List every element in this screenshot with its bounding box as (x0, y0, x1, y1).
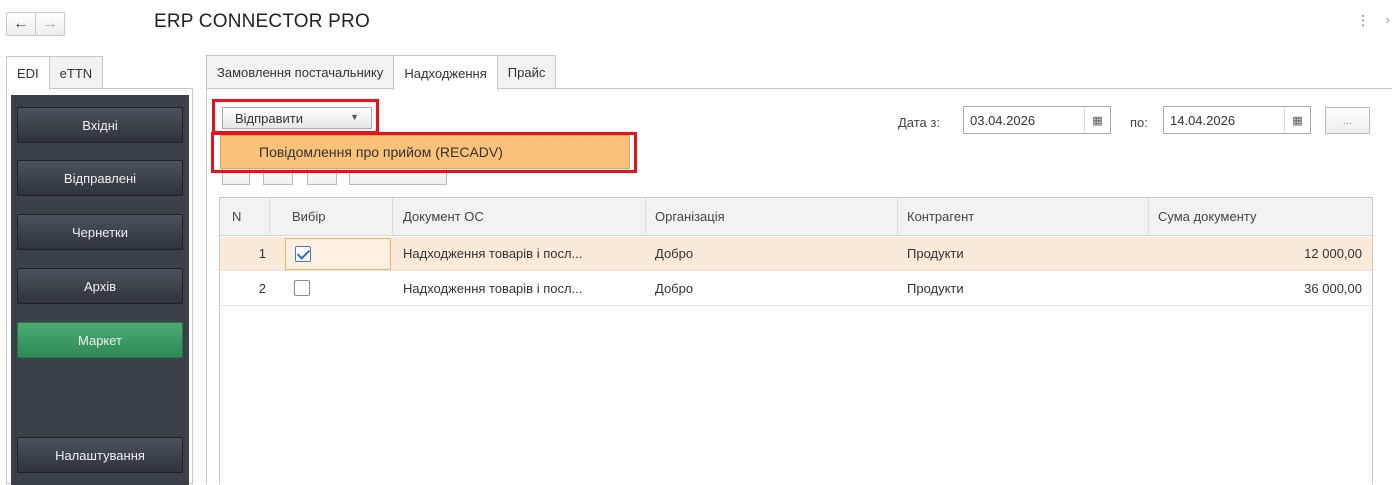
chevron-right-icon[interactable]: › (1386, 12, 1390, 27)
date-from-field[interactable]: 03.04.2026 ▦ (963, 106, 1111, 134)
row-number: 1 (258, 246, 266, 261)
sidebar-item-settings[interactable]: Налаштування (17, 437, 183, 473)
sidebar-item-sent[interactable]: Відправлені (17, 160, 183, 196)
left-panel: Вхідні Відправлені Чернетки Архів Маркет… (6, 88, 193, 485)
row-select-cell[interactable] (285, 273, 391, 305)
arrow-right-icon: → (42, 15, 58, 32)
sidebar-item-archive[interactable]: Архів (17, 268, 183, 304)
column-document[interactable]: Документ ОС (403, 209, 484, 224)
back-button[interactable]: ← (6, 12, 36, 36)
table-header: N Вибір Документ ОС Організація Контраге… (220, 198, 1372, 236)
row-counterparty: Продукти (907, 246, 964, 261)
column-select[interactable]: Вибір (292, 209, 326, 224)
date-from-value: 03.04.2026 (970, 112, 1036, 128)
dropdown-highlight (211, 132, 637, 173)
row-sum: 36 000,00 (1304, 281, 1362, 296)
documents-table: N Вибір Документ ОС Організація Контраге… (219, 197, 1373, 484)
arrow-left-icon: ← (13, 15, 29, 32)
table-row[interactable]: 2 Надходження товарів і посл... Добро Пр… (220, 272, 1372, 306)
forward-button[interactable]: → (35, 12, 65, 36)
sidebar-item-incoming[interactable]: Вхідні (17, 107, 183, 143)
column-organization[interactable]: Організація (655, 209, 725, 224)
row-document: Надходження товарів і посл... (403, 281, 583, 296)
tab-price[interactable]: Прайс (496, 55, 557, 89)
select-checkbox[interactable] (294, 280, 310, 296)
calendar-icon[interactable]: ▦ (1084, 107, 1110, 133)
row-number: 2 (258, 281, 266, 296)
row-sum: 12 000,00 (1304, 246, 1362, 261)
calendar-icon[interactable]: ▦ (1284, 107, 1310, 133)
tab-supplier-orders[interactable]: Замовлення постачальнику (206, 55, 395, 89)
column-counterparty[interactable]: Контрагент (907, 209, 974, 224)
sidebar-item-market[interactable]: Маркет (17, 322, 183, 358)
column-n[interactable]: N (232, 209, 241, 224)
left-tab-bar: EDI eTTN (6, 56, 104, 90)
date-to-value: 14.04.2026 (1170, 112, 1236, 128)
row-organization: Добро (655, 246, 694, 261)
column-sum[interactable]: Сума документу (1158, 209, 1256, 224)
date-to-label: по: (1130, 115, 1148, 130)
row-organization: Добро (655, 281, 694, 296)
main-tab-bar: Замовлення постачальнику Надходження Пра… (206, 55, 557, 90)
date-to-field[interactable]: 14.04.2026 ▦ (1163, 106, 1311, 134)
app-title: ERP CONNECTOR PRO (154, 11, 370, 32)
tab-ettn[interactable]: eTTN (48, 56, 104, 89)
sidebar: Вхідні Відправлені Чернетки Архів Маркет… (11, 95, 189, 485)
period-select-button[interactable]: ... (1325, 107, 1370, 134)
row-counterparty: Продукти (907, 281, 964, 296)
more-icon[interactable]: ⋮ (1356, 12, 1370, 29)
table-row[interactable]: 1 Надходження товарів і посл... Добро Пр… (220, 237, 1372, 271)
tab-receipts[interactable]: Надходження (393, 55, 498, 90)
tab-edi[interactable]: EDI (6, 56, 50, 90)
select-checkbox[interactable] (295, 246, 311, 262)
row-document: Надходження товарів і посл... (403, 246, 583, 261)
sidebar-item-drafts[interactable]: Чернетки (17, 214, 183, 250)
date-from-label: Дата з: (898, 115, 940, 130)
row-select-cell[interactable] (285, 238, 391, 270)
send-button-highlight (212, 99, 379, 134)
